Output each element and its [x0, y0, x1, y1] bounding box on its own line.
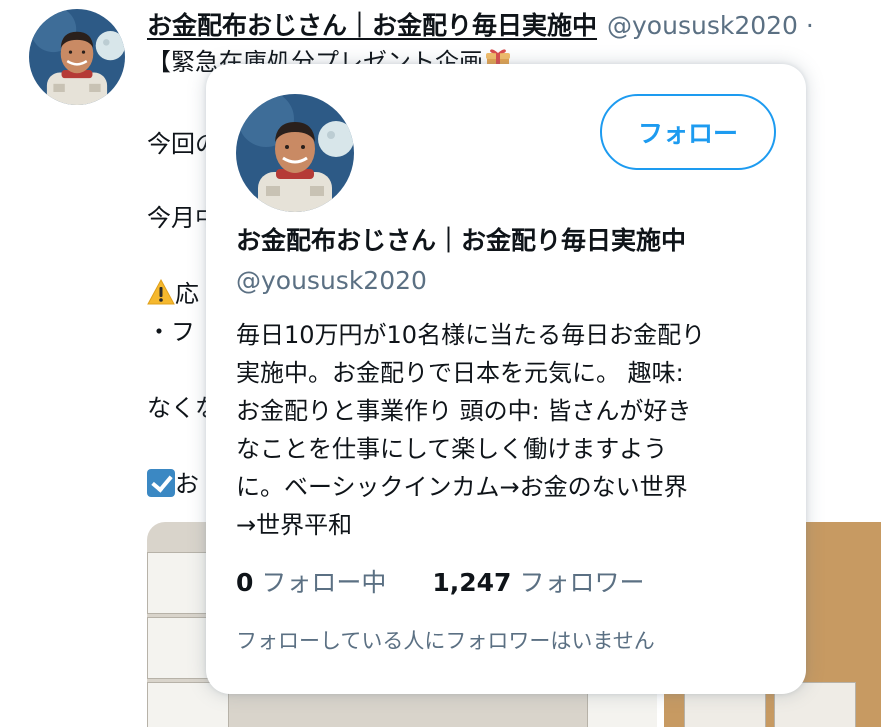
tweet-text-line: ・フ	[147, 318, 195, 346]
tweet-header: お金配布おじさん｜お金配り毎日実施中 @yoususk2020 ·	[147, 8, 814, 44]
followers-count-link[interactable]: 1,247 フォロワー	[432, 566, 644, 600]
tweet-author-name[interactable]: お金配布おじさん｜お金配り毎日実施中	[147, 11, 597, 40]
profile-bio-line: 毎日10万円が10名様に当たる毎日お金配り	[236, 321, 706, 349]
profile-stats: 0 フォロー中 1,247 フォロワー	[236, 566, 644, 600]
tweet-text: お	[175, 470, 199, 498]
page: お金配布おじさん｜お金配り毎日実施中 @yoususk2020 · 【緊急在庫処分…	[0, 0, 881, 727]
tweet-author-avatar[interactable]	[29, 9, 125, 105]
followers-label: フォロワー	[519, 568, 645, 597]
following-label: フォロー中	[261, 568, 387, 597]
profile-bio-line: お金配りと事業作り 頭の中: 皆さんが好き	[236, 397, 692, 425]
warning-emoji-icon	[147, 278, 175, 305]
tweet-text: 応	[175, 280, 199, 308]
profile-bio-line: なことを仕事にして楽しく働けますよう	[236, 435, 668, 463]
profile-bio-line: に。ベーシックインカム→お金のない世界	[236, 473, 688, 501]
tweet-text-line: 応	[147, 278, 199, 310]
follow-button[interactable]: フォロー	[600, 94, 776, 170]
following-count: 0	[236, 568, 254, 597]
tweet-handle-separator: ·	[805, 11, 814, 40]
mutual-followers-note: フォローしている人にフォロワーはいません	[236, 629, 655, 653]
profile-avatar[interactable]	[236, 94, 354, 212]
following-count-link[interactable]: 0 フォロー中	[236, 566, 386, 600]
profile-bio-line: →世界平和	[236, 511, 353, 539]
tweet-author-handle[interactable]: @yoususk2020 ·	[607, 11, 814, 40]
profile-hover-card: フォロー お金配布おじさん｜お金配り毎日実施中 @yoususk2020 毎日1…	[206, 64, 806, 694]
profile-display-name[interactable]: お金配布おじさん｜お金配り毎日実施中	[236, 224, 686, 258]
profile-bio-line: 実施中。お金配りで日本を元気に。 趣味:	[236, 359, 684, 387]
followers-count: 1,247	[432, 568, 512, 597]
tweet-author-handle-text: @yoususk2020	[607, 11, 798, 40]
tweet-text-line: お	[147, 468, 199, 500]
profile-bio: 毎日10万円が10名様に当たる毎日お金配り 実施中。お金配りで日本を元気に。 趣…	[236, 316, 776, 544]
profile-handle[interactable]: @yoususk2020	[236, 264, 427, 298]
check-box-emoji-icon	[147, 469, 175, 497]
